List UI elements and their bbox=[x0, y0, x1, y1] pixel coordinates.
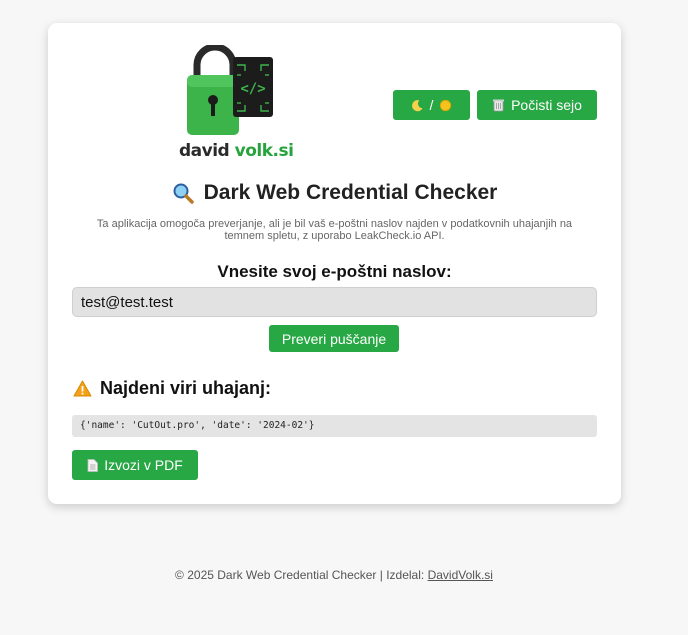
warning-icon bbox=[73, 380, 92, 397]
page-footer: © 2025 Dark Web Credential Checker | Izd… bbox=[0, 568, 668, 582]
check-leak-button[interactable]: Preveri puščanje bbox=[269, 325, 399, 352]
sun-icon bbox=[439, 99, 452, 112]
theme-toggle-label: / bbox=[429, 97, 434, 113]
trash-icon bbox=[492, 98, 505, 112]
app-description: Ta aplikacija omogoča preverjanje, ali j… bbox=[96, 218, 573, 242]
clear-session-button[interactable]: Počisti sejo bbox=[477, 90, 597, 120]
moon-icon bbox=[411, 99, 424, 112]
magnifier-icon bbox=[172, 182, 194, 204]
chip-code-label: </> bbox=[240, 81, 265, 97]
email-label: Vnesite svoj e-poštni naslov: bbox=[217, 262, 452, 281]
page-title-text: Dark Web Credential Checker bbox=[203, 181, 498, 204]
email-input[interactable] bbox=[72, 287, 597, 317]
export-pdf-label: Izvozi v PDF bbox=[104, 457, 183, 473]
logo-text-part1: david bbox=[179, 141, 230, 161]
document-icon bbox=[87, 458, 99, 472]
brand-logo[interactable]: </> david volk.si bbox=[179, 45, 294, 161]
footer-text: © 2025 Dark Web Credential Checker | Izd… bbox=[175, 568, 425, 582]
results-heading-text: Najdeni viri uhajanj: bbox=[100, 378, 272, 398]
main-card: </> david volk.si / Počisti sejo Dark We… bbox=[48, 23, 621, 504]
padlock-and-chip-icon: </> bbox=[187, 45, 273, 135]
page-title: Dark Web Credential Checker bbox=[48, 181, 621, 205]
results-heading: Najdeni viri uhajanj: bbox=[73, 378, 271, 399]
theme-toggle-button[interactable]: / bbox=[393, 90, 470, 120]
logo-text-part2: volk.si bbox=[234, 141, 294, 161]
clear-session-label: Počisti sejo bbox=[511, 97, 582, 113]
logo-wordmark: david volk.si bbox=[179, 141, 294, 161]
export-pdf-button[interactable]: Izvozi v PDF bbox=[72, 450, 198, 480]
footer-link[interactable]: DavidVolk.si bbox=[428, 568, 493, 582]
leak-result-entry: {'name': 'CutOut.pro', 'date': '2024-02'… bbox=[72, 415, 597, 437]
